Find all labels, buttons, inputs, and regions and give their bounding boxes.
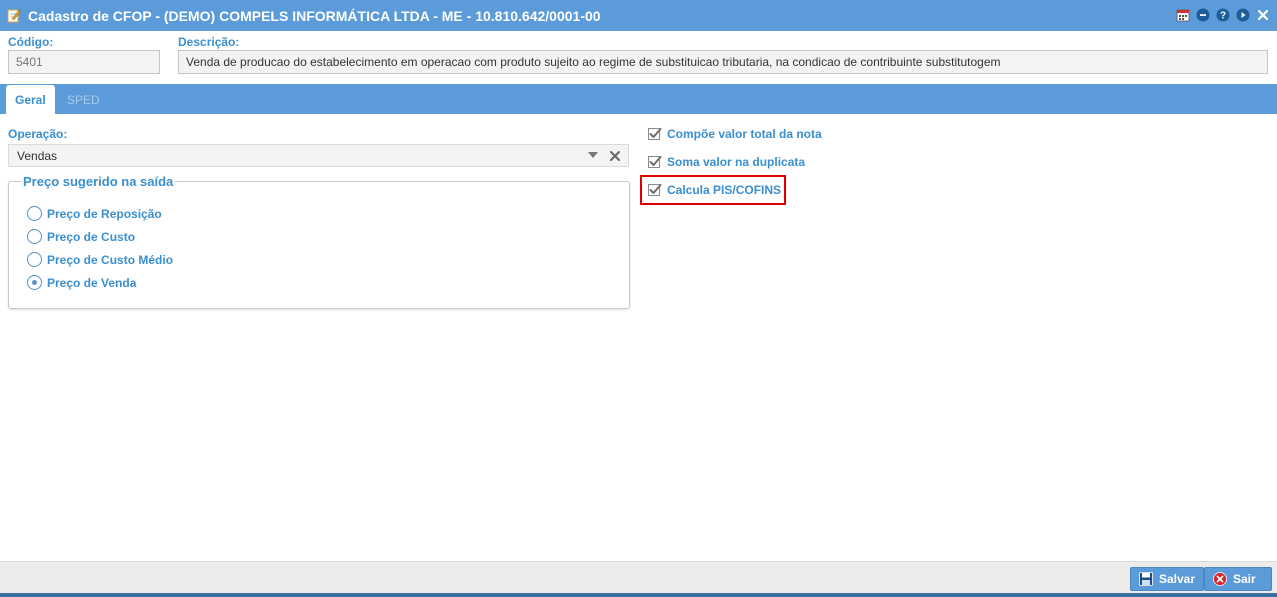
preco-sugerido-group: Preço sugerido na saída Preço de Reposiç… — [8, 174, 630, 309]
operacao-select[interactable]: Vendas — [8, 144, 629, 167]
radio-button[interactable] — [27, 229, 42, 244]
checkbox-checked-icon[interactable] — [648, 127, 662, 141]
radio-label: Preço de Custo Médio — [47, 252, 174, 267]
tab-geral[interactable]: Geral — [6, 85, 55, 114]
codigo-label: Código: — [8, 35, 54, 49]
help-icon[interactable]: ? — [1216, 8, 1230, 22]
exit-button-label: Sair — [1233, 572, 1256, 586]
radio-button[interactable] — [27, 252, 42, 267]
title-bar: Cadastro de CFOP - (DEMO) COMPELS INFORM… — [0, 0, 1277, 31]
checkbox-compoe-valor-total[interactable]: Compõe valor total da nota — [648, 127, 822, 141]
window-title: Cadastro de CFOP - (DEMO) COMPELS INFORM… — [28, 8, 601, 24]
clear-icon[interactable] — [608, 149, 622, 163]
codigo-field[interactable]: 5401 — [8, 50, 160, 74]
bottom-border — [0, 593, 1277, 597]
cancel-icon — [1213, 572, 1227, 586]
radio-preco-custo-medio[interactable]: Preço de Custo Médio — [27, 252, 173, 267]
operacao-value: Vendas — [17, 149, 58, 163]
radio-button-checked[interactable] — [27, 275, 42, 290]
tab-strip: Geral SPED — [0, 84, 1277, 114]
window-controls: ? — [1176, 8, 1270, 22]
radio-button[interactable] — [27, 206, 42, 221]
preco-sugerido-title: Preço sugerido na saída — [21, 174, 176, 189]
descricao-field[interactable]: Venda de producao do estabelecimento em … — [178, 50, 1268, 74]
operacao-label: Operação: — [8, 127, 68, 141]
save-button-label: Salvar — [1159, 572, 1196, 586]
radio-label: Preço de Custo — [47, 229, 136, 244]
save-icon — [1139, 572, 1153, 586]
radio-label: Preço de Venda — [47, 275, 137, 290]
tab-sped[interactable]: SPED — [58, 85, 109, 114]
edit-icon — [7, 8, 21, 23]
checkbox-label: Soma valor na duplicata — [667, 155, 806, 169]
calendar-icon[interactable] — [1176, 8, 1190, 22]
checkbox-label: Compõe valor total da nota — [667, 127, 822, 141]
descricao-label: Descrição: — [178, 35, 240, 49]
radio-label: Preço de Reposição — [47, 206, 162, 221]
forward-icon[interactable] — [1236, 8, 1250, 22]
minimize-icon[interactable] — [1196, 8, 1210, 22]
highlight-box — [640, 175, 786, 205]
checkbox-checked-icon[interactable] — [648, 155, 662, 169]
checkbox-soma-duplicata[interactable]: Soma valor na duplicata — [648, 155, 805, 169]
radio-preco-reposicao[interactable]: Preço de Reposição — [27, 206, 162, 221]
save-button[interactable]: Salvar — [1130, 567, 1205, 591]
svg-text:?: ? — [1220, 11, 1226, 22]
radio-preco-custo[interactable]: Preço de Custo — [27, 229, 135, 244]
radio-preco-venda[interactable]: Preço de Venda — [27, 275, 136, 290]
close-icon[interactable] — [1256, 8, 1270, 22]
chevron-down-icon[interactable] — [588, 152, 598, 158]
footer-bar: Salvar Sair — [0, 561, 1277, 597]
exit-button[interactable]: Sair — [1204, 567, 1272, 591]
